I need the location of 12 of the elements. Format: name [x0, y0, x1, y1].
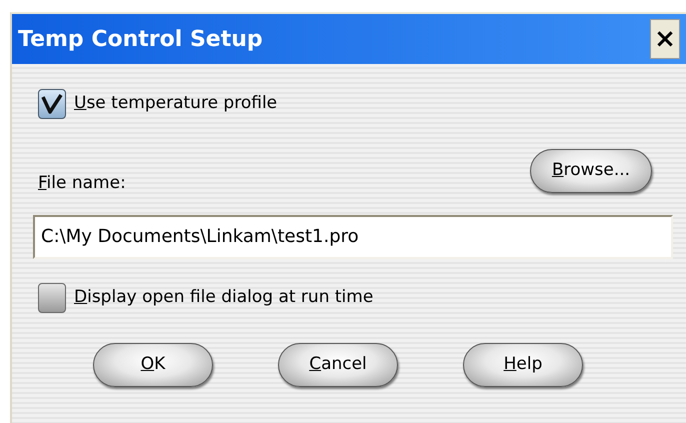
dialog-button[interactable]: Cancel — [278, 342, 398, 386]
file-name-label: File name: — [38, 172, 126, 195]
dialog-button[interactable]: Help — [463, 342, 583, 386]
checkbox-label: Use temperature profile — [74, 92, 278, 116]
close-button[interactable]: × — [650, 19, 680, 59]
checkbox[interactable] — [38, 282, 66, 312]
browse-button[interactable]: Browse... — [530, 148, 652, 193]
dialog-button[interactable]: OK — [93, 342, 213, 386]
checkbox[interactable] — [38, 89, 66, 119]
window-title: Temp Control Setup — [18, 26, 263, 54]
checkbox-label: Display open file dialog at run time — [74, 286, 374, 309]
file-name-field[interactable]: C:\My Documents\Linkam\test1.pro — [33, 214, 673, 258]
